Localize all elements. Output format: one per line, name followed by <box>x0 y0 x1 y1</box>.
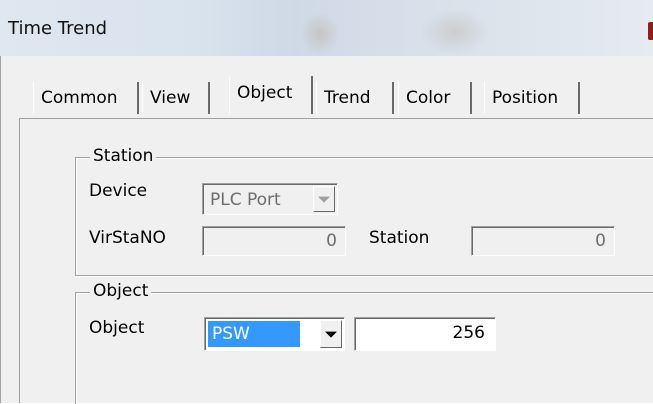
object-type-dropdown-button[interactable] <box>320 320 342 348</box>
station-group: Station <box>75 146 653 276</box>
device-dropdown-button[interactable] <box>313 186 335 212</box>
object-group-label: Object <box>90 281 152 301</box>
chevron-down-icon <box>325 331 337 338</box>
station-group-label: Station <box>90 146 157 166</box>
virstano-field[interactable]: 0 <box>202 226 346 256</box>
object-type-selected: PSW <box>208 321 300 347</box>
tab-trend[interactable]: Trend <box>316 82 394 114</box>
object-address-field[interactable]: 256 <box>354 317 496 351</box>
chevron-down-icon <box>318 196 330 203</box>
title-bar: Time Trend <box>0 0 653 56</box>
object-label: Object <box>89 318 145 338</box>
tab-common[interactable]: Common <box>33 82 139 114</box>
device-select[interactable]: PLC Port <box>202 183 338 215</box>
tab-color[interactable]: Color <box>398 82 472 114</box>
tab-object[interactable]: Object <box>229 76 313 114</box>
station-label: Station <box>369 228 430 248</box>
close-button-edge[interactable] <box>648 22 653 40</box>
station-field[interactable]: 0 <box>471 226 615 256</box>
window-title: Time Trend <box>8 18 108 39</box>
tab-view[interactable]: View <box>142 82 210 114</box>
virstano-label: VirStaNO <box>89 228 166 248</box>
device-label: Device <box>89 181 148 201</box>
tab-position[interactable]: Position <box>484 82 580 114</box>
object-type-select[interactable]: PSW <box>204 317 345 351</box>
